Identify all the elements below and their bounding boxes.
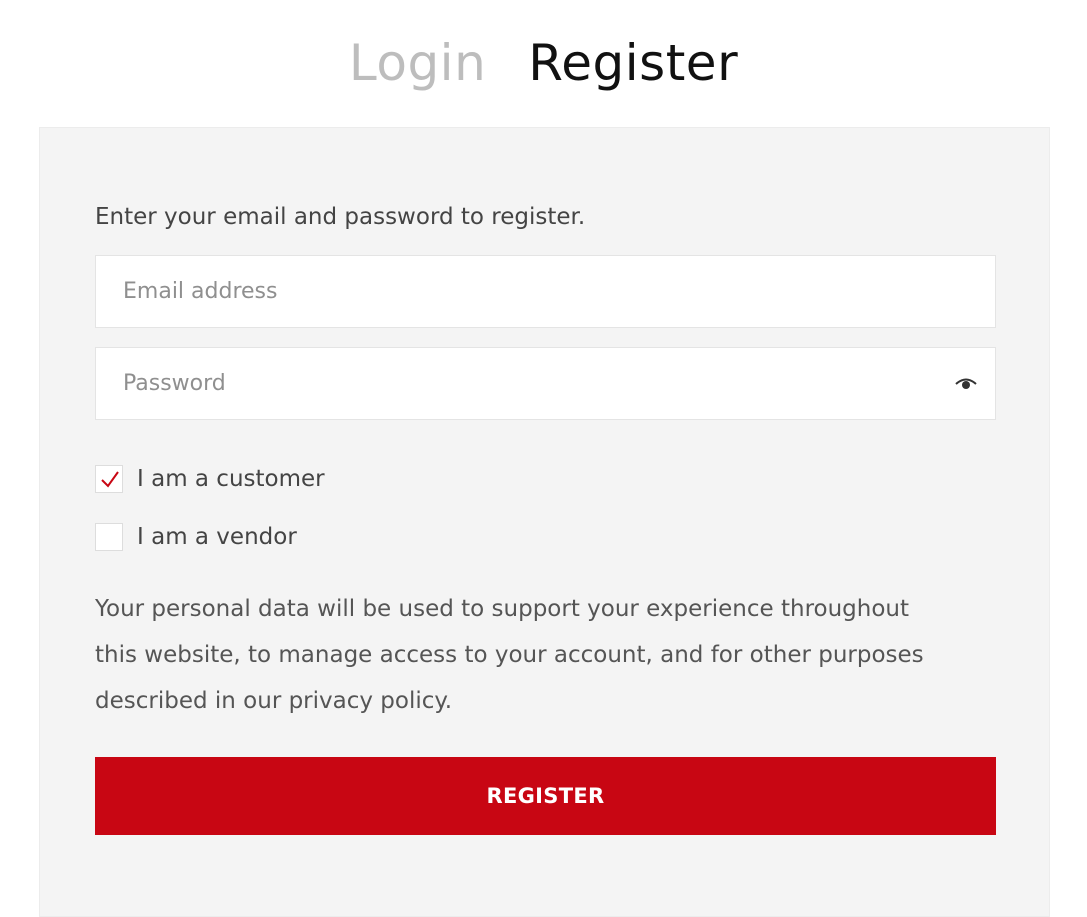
password-field-wrapper <box>95 347 996 420</box>
privacy-line: described in our privacy policy. <box>95 688 453 714</box>
eye-icon[interactable] <box>955 374 977 394</box>
register-intro: Enter your email and password to registe… <box>95 204 586 230</box>
customer-checkbox[interactable] <box>95 465 123 493</box>
auth-tabs: Login Register <box>0 30 1087 96</box>
tab-login[interactable]: Login <box>349 30 486 96</box>
customer-role-option[interactable]: I am a customer <box>95 465 325 493</box>
password-input[interactable] <box>96 348 995 419</box>
vendor-role-option[interactable]: I am a vendor <box>95 523 297 551</box>
customer-label: I am a customer <box>137 466 325 492</box>
email-field-wrapper <box>95 255 996 328</box>
checkmark-icon <box>101 471 119 488</box>
email-input[interactable] <box>96 256 995 327</box>
register-button[interactable]: REGISTER <box>95 757 996 835</box>
privacy-line: Your personal data will be used to suppo… <box>95 596 910 622</box>
vendor-label: I am a vendor <box>137 524 297 550</box>
privacy-line: this website, to manage access to your a… <box>95 642 924 668</box>
register-panel: Enter your email and password to registe… <box>39 127 1050 917</box>
tab-register[interactable]: Register <box>528 30 738 96</box>
vendor-checkbox[interactable] <box>95 523 123 551</box>
privacy-notice: Your personal data will be used to suppo… <box>95 586 1005 724</box>
